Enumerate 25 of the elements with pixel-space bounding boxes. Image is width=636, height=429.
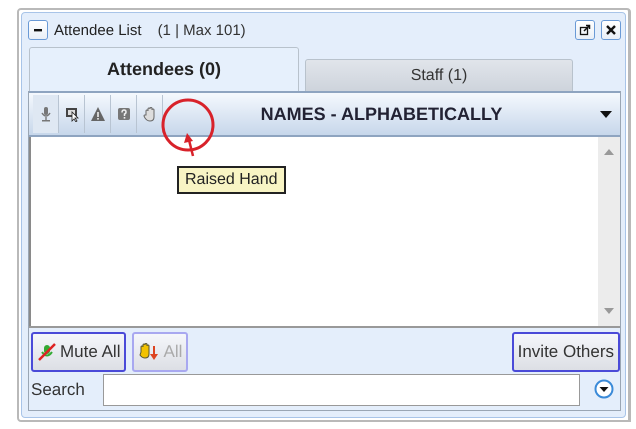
help-icon	[116, 106, 132, 122]
annotation-circle	[162, 98, 214, 152]
caret-icon	[600, 110, 612, 118]
minimize-button[interactable]	[28, 20, 48, 40]
pop-out-button[interactable]	[575, 20, 595, 40]
tooltip: Raised Hand	[177, 166, 286, 194]
tab[interactable]: Staff (1)	[305, 59, 573, 91]
annotation-arrow	[184, 133, 194, 156]
caret-icon	[594, 378, 614, 398]
hand-icon	[142, 106, 158, 122]
sort-dropdown[interactable]: NAMES - ALPHABETICALLY	[163, 104, 620, 124]
search-label: Search	[31, 380, 85, 400]
mute-all-button[interactable]: Mute All	[31, 332, 126, 372]
pop-out-icon	[579, 24, 591, 36]
tab[interactable]: Attendees (0)	[29, 47, 299, 91]
warning-icon	[90, 106, 106, 122]
window-title: Attendee List	[54, 22, 142, 38]
close-button[interactable]	[601, 20, 621, 40]
attendee-count: (1 | Max 101)	[158, 22, 246, 38]
search-field[interactable]	[102, 374, 580, 406]
hand-down-icon	[138, 342, 160, 362]
invite-button[interactable]: Invite Others	[512, 332, 620, 372]
muted-mic-icon	[37, 342, 57, 362]
screen-cursor-icon	[64, 106, 80, 122]
close-icon	[605, 24, 617, 36]
